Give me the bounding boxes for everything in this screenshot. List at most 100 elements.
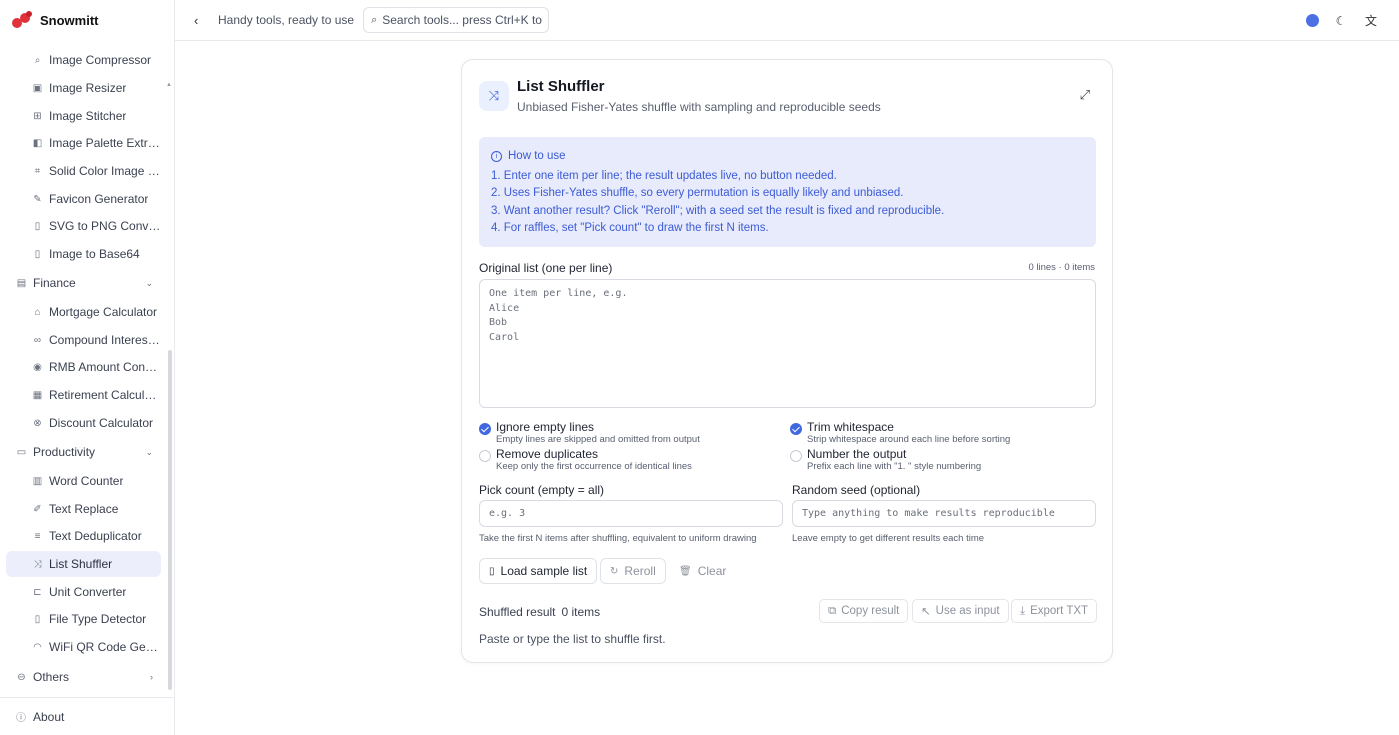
how-to-step: 1. Enter one item per line; the result u… — [491, 169, 837, 182]
sidebar-item-mortgage[interactable]: ⌂ Mortgage Calculator — [6, 299, 161, 325]
brand[interactable]: Snowmitt — [0, 0, 174, 40]
tool-card: ⤨ List Shuffler Unbiased Fisher-Yates sh… — [461, 59, 1113, 663]
sidebar-item-image-palette[interactable]: ◧ Image Palette Extractor — [6, 130, 161, 156]
sidebar-item-text-dedup[interactable]: ≡ Text Deduplicator — [6, 523, 161, 549]
shuffle-icon: ⤨ — [33, 558, 42, 570]
moon-icon[interactable]: ☾ — [1333, 14, 1349, 28]
how-to-step: 4. For raffles, set "Pick count" to draw… — [491, 222, 769, 234]
clear-button[interactable]: 🗑 Clear — [670, 558, 736, 584]
more-icon: ⊖ — [17, 671, 26, 683]
sidebar-item-image-base64[interactable]: ▯ Image to Base64 — [6, 241, 161, 267]
copy-result-button[interactable]: ⧉ Copy result — [819, 599, 909, 623]
scroll-up-icon[interactable]: ▲ — [166, 82, 172, 88]
checkbox-unchecked[interactable] — [479, 450, 491, 462]
file-search-icon: ▯ — [34, 613, 41, 625]
ruler-icon: ⊏ — [33, 586, 42, 598]
empty-result-message: Paste or type the list to shuffle first. — [479, 632, 666, 646]
pick-count-input[interactable] — [479, 500, 783, 527]
image-icon: ▣ — [32, 82, 43, 94]
export-txt-button[interactable]: ⤓ Export TXT — [1011, 599, 1098, 623]
seed-label: Random seed (optional) — [792, 483, 921, 497]
sidebar-item-text-replace[interactable]: ✐ Text Replace — [6, 496, 161, 522]
search-icon: ⌕ — [371, 13, 378, 26]
file-code-icon: ▯ — [34, 248, 41, 260]
info-icon: ⓘ — [16, 713, 26, 724]
file-icon: ▯ — [34, 220, 41, 232]
brush-icon: ✎ — [33, 193, 42, 205]
trash-icon: 🗑 — [679, 565, 692, 577]
sidebar-item-retirement[interactable]: ▦ Retirement Calculator — [6, 382, 161, 408]
pen-icon: ✐ — [33, 503, 42, 515]
checkbox-checked[interactable] — [479, 423, 491, 435]
crop-icon: ⌗ — [34, 165, 41, 177]
chevron-right-icon: › — [150, 672, 153, 682]
tool-subtitle: Unbiased Fisher-Yates shuffle with sampl… — [517, 100, 881, 114]
palette-icon: ◧ — [32, 137, 43, 149]
load-sample-button[interactable]: ▯ Load sample list — [479, 558, 598, 584]
info-icon: i — [491, 151, 502, 163]
original-list-textarea[interactable] — [479, 279, 1096, 408]
sidebar-item-image-stitcher[interactable]: ⊞ Image Stitcher — [6, 103, 161, 129]
chart-icon: ▥ — [32, 475, 43, 487]
option-number-output[interactable]: Number the output Prefix each line with … — [790, 448, 981, 472]
tool-title: List Shuffler — [517, 78, 605, 95]
chevron-down-icon: ⌄ — [145, 446, 153, 457]
sidebar-scrollbar[interactable] — [168, 350, 172, 690]
back-arrow-icon[interactable]: ‹ — [194, 13, 208, 28]
pick-count-label: Pick count (empty = all) — [479, 483, 605, 497]
option-trim-whitespace[interactable]: Trim whitespace Strip whitespace around … — [790, 421, 1010, 445]
search-input[interactable] — [382, 13, 543, 27]
use-as-input-button[interactable]: ↖ Use as input — [912, 599, 1009, 623]
checkbox-checked[interactable] — [790, 423, 802, 435]
sidebar-item-solid-color[interactable]: ⌗ Solid Color Image Generator — [6, 158, 161, 184]
reroll-button[interactable]: ↻ Reroll — [600, 558, 666, 584]
how-to-use-box: i How to use 1. Enter one item per line;… — [479, 137, 1096, 247]
pick-count-hint: Take the first N items after shuffling, … — [479, 533, 757, 544]
tagline: Handy tools, ready to use — [218, 13, 355, 27]
sidebar-item-image-resizer[interactable]: ▣ Image Resizer — [6, 75, 161, 101]
file-icon: ▯ — [489, 565, 495, 577]
how-to-heading: How to use — [508, 150, 566, 162]
sidebar: Snowmitt ⌕ Image Compressor ▣ Image Resi… — [0, 0, 175, 735]
sidebar-item-compound-interest[interactable]: ∞ Compound Interest Calculator — [6, 327, 161, 353]
sidebar-item-file-type[interactable]: ▯ File Type Detector — [6, 606, 161, 632]
percent-icon: ⊗ — [33, 417, 42, 429]
sidebar-group-finance[interactable]: ▤ Finance ⌄ — [6, 270, 161, 296]
search-icon: ⌕ — [34, 54, 41, 66]
line-item-counter: 0 lines · 0 items — [1028, 262, 1095, 273]
search-box[interactable]: ⌕ — [363, 7, 550, 33]
how-to-step: 3. Want another result? Click "Reroll"; … — [491, 204, 945, 217]
top-bar: ‹ Handy tools, ready to use ⌕ ☾ 文 — [175, 0, 1399, 41]
sidebar-item-svg-png[interactable]: ▯ SVG to PNG Converter — [6, 213, 161, 239]
sidebar-nav[interactable]: ⌕ Image Compressor ▣ Image Resizer ⊞ Ima… — [0, 40, 174, 691]
sidebar-group-others[interactable]: ⊖ Others › — [6, 664, 161, 690]
download-icon: ⤓ — [1020, 604, 1026, 617]
sidebar-item-word-counter[interactable]: ▥ Word Counter — [6, 468, 161, 494]
sidebar-item-favicon[interactable]: ✎ Favicon Generator — [6, 186, 161, 212]
brand-name: Snowmitt — [40, 12, 99, 28]
theme-color-dot[interactable] — [1306, 14, 1319, 27]
expand-icon[interactable]: ⤢ — [1080, 87, 1090, 103]
checkbox-unchecked[interactable] — [790, 450, 802, 462]
sidebar-item-list-shuffler[interactable]: ⤨ List Shuffler — [6, 551, 161, 577]
calendar-icon: ▦ — [32, 389, 43, 401]
infinity-icon: ∞ — [33, 334, 42, 346]
sidebar-group-productivity[interactable]: ▭ Productivity ⌄ — [6, 439, 161, 465]
coin-icon: ◉ — [33, 361, 42, 373]
sidebar-item-rmb-amount[interactable]: ◉ RMB Amount Converter — [6, 354, 161, 380]
option-remove-duplicates[interactable]: Remove duplicates Keep only the first oc… — [479, 448, 692, 472]
sidebar-item-discount[interactable]: ⊗ Discount Calculator — [6, 410, 161, 436]
sidebar-item-unit-converter[interactable]: ⊏ Unit Converter — [6, 579, 161, 605]
snowmitt-logo-icon — [12, 11, 34, 29]
sidebar-about[interactable]: ⓘ About — [0, 697, 174, 735]
filter-icon: ≡ — [34, 530, 41, 542]
home-icon: ⌂ — [34, 306, 41, 318]
sidebar-item-wifi-qr[interactable]: ◠ WiFi QR Code Generator — [6, 634, 161, 660]
translate-icon[interactable]: 文 — [1363, 12, 1379, 29]
option-ignore-empty[interactable]: Ignore empty lines Empty lines are skipp… — [479, 421, 700, 445]
wifi-icon: ◠ — [33, 641, 42, 653]
sidebar-item-image-compressor[interactable]: ⌕ Image Compressor — [6, 47, 161, 73]
result-count: 0 items — [561, 605, 601, 619]
top-right-actions: ☾ 文 — [1306, 12, 1379, 29]
seed-input[interactable] — [792, 500, 1096, 527]
